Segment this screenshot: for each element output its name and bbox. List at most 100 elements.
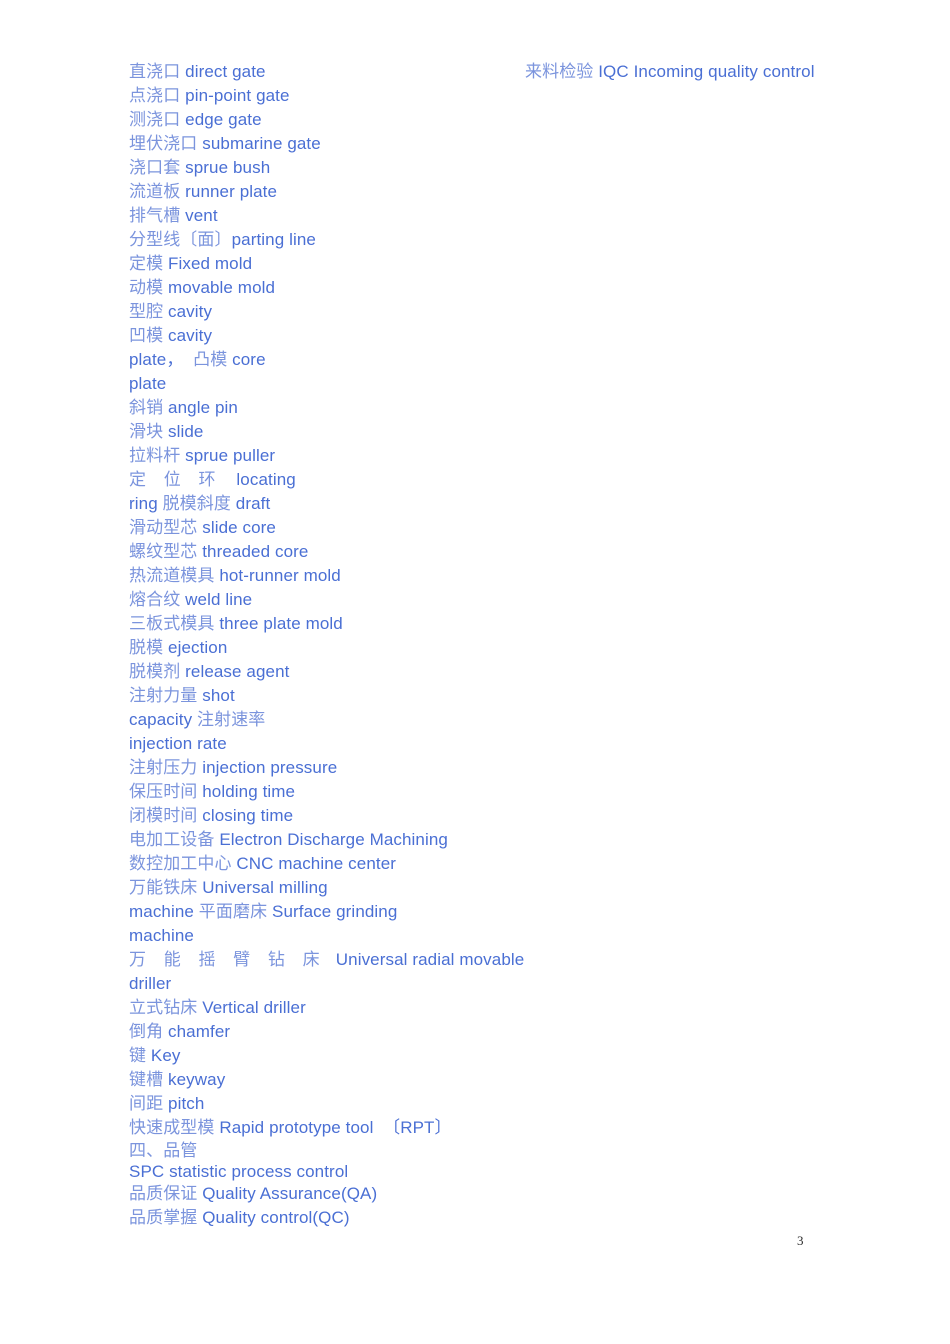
right-text-column: 来料检验 IQC Incoming quality control [525,60,855,84]
glossary-line: injection rate [129,732,475,756]
english-term: movable mold [163,278,276,297]
english-term: draft [230,494,271,513]
english-term: ejection [163,638,228,657]
glossary-line: 排气槽 vent [129,204,475,228]
glossary-line: ring 脱模斜度 draft [129,492,475,516]
chinese-term: 脱模 [129,638,164,657]
glossary-line: machine 平面磨床 Surface grinding [129,900,475,924]
chinese-term: 数控加工中心 [129,854,232,873]
chinese-term: 凹模 [129,326,164,345]
chinese-term: 点浇口 [129,86,181,105]
chinese-term: 斜销 [129,398,164,417]
glossary-line: 流道板 runner plate [129,180,475,204]
english-term: threaded core [197,542,309,561]
glossary-line: capacity 注射速率 [129,708,475,732]
chinese-term: 流道板 [129,182,181,201]
english-term: keyway [163,1070,226,1089]
glossary-line: 点浇口 pin-point gate [129,84,475,108]
english-term: Vertical driller [197,998,306,1017]
chinese-term: 拉料杆 [129,446,181,465]
glossary-line: 三板式模具 three plate mold [129,612,475,636]
chinese-term: 定模 [129,254,164,273]
chinese-term: 注射压力 [129,758,198,777]
chinese-term: 平面磨床 [198,902,268,921]
glossary-line: 间距 pitch [129,1092,475,1116]
glossary-line: 熔合纹 weld line [129,588,475,612]
glossary-line: 万 能 摇 臂 钻 床 Universal radial movable [129,948,524,972]
english-term: driller [129,974,172,993]
english-term: runner plate [180,182,278,201]
chinese-term: 快速成型模 [129,1118,215,1137]
chinese-term: 四、品管 [129,1141,198,1160]
english-term: angle pin [163,398,238,417]
chinese-term: 热流道模具 [129,566,215,585]
chinese-term: 熔合纹 [129,590,181,609]
chinese-term: 脱模斜度 [162,494,231,513]
glossary-line: 品质掌握 Quality control(QC) [129,1206,475,1230]
english-term: submarine gate [197,134,321,153]
chinese-term: 螺纹型芯 [129,542,198,561]
chinese-term: 排气槽 [129,206,181,225]
glossary-line: 闭模时间 closing time [129,804,475,828]
chinese-term: 分型线〔面〕 [129,230,232,249]
english-term: parting line [231,230,316,249]
glossary-line: 脱模 ejection [129,636,475,660]
glossary-line: 键槽 keyway [129,1068,475,1092]
english-term: direct gate [180,62,266,81]
page-number: 3 [797,1233,804,1248]
glossary-line: 注射压力 injection pressure [129,756,475,780]
glossary-line: 动模 movable mold [129,276,475,300]
english-term: Universal radial movable [326,950,525,969]
glossary-line: driller [129,972,475,996]
glossary-line: 滑动型芯 slide core [129,516,475,540]
glossary-line: 滑块 slide [129,420,475,444]
glossary-line: plate [129,372,475,396]
glossary-line: 来料检验 IQC Incoming quality control [525,60,855,84]
english-term: core [227,350,266,369]
chinese-term: 万能铁床 [129,878,198,897]
english-term: Quality Assurance(QA) [197,1184,378,1203]
chinese-term: 保压时间 [129,782,198,801]
chinese-term: 定 位 环 [129,470,222,489]
english-term: Rapid prototype tool 〔RPT〕 [214,1118,452,1137]
glossary-line: 直浇口 direct gate [129,60,475,84]
chinese-term: 凸模 [183,350,228,369]
glossary-line: 注射力量 shot [129,684,475,708]
chinese-term: 三板式模具 [129,614,215,633]
chinese-term: 浇口套 [129,158,181,177]
english-term: SPC statistic process control [129,1162,349,1181]
glossary-line: 拉料杆 sprue puller [129,444,475,468]
english-term: slide core [197,518,276,537]
chinese-term: 倒角 [129,1022,164,1041]
english-term: weld line [180,590,253,609]
chinese-term: 滑动型芯 [129,518,198,537]
english-term: plate， [129,350,184,369]
english-term: cavity [163,326,213,345]
left-text-column: 直浇口 direct gate 点浇口 pin-point gate 测浇口 edg… [129,60,524,1230]
chinese-term: 埋伏浇口 [129,134,198,153]
english-term: closing time [197,806,294,825]
chinese-term: 间距 [129,1094,164,1113]
glossary-line: 立式钻床 Vertical driller [129,996,475,1020]
glossary-line: 键 Key [129,1044,475,1068]
glossary-line: 浇口套 sprue bush [129,156,475,180]
english-term: Electron Discharge Machining [214,830,448,849]
english-term: release agent [180,662,290,681]
glossary-line: 快速成型模 Rapid prototype tool 〔RPT〕 [129,1116,475,1140]
chinese-term: 键槽 [129,1070,164,1089]
english-term: IQC Incoming quality control [593,62,815,81]
chinese-term: 动模 [129,278,164,297]
glossary-line: 四、品管 [129,1140,475,1161]
document-page: 直浇口 direct gate 点浇口 pin-point gate 测浇口 edg… [0,0,950,1344]
chinese-term: 万 能 摇 臂 钻 床 [129,950,327,969]
english-term: shot [197,686,235,705]
english-term: plate [129,374,167,393]
glossary-line: 测浇口 edge gate [129,108,475,132]
english-term: Surface grinding [267,902,398,921]
english-term: sprue bush [180,158,271,177]
english-term: locating [221,470,296,489]
glossary-line: 定模 Fixed mold [129,252,475,276]
english-term: Universal milling [197,878,328,897]
chinese-term: 型腔 [129,302,164,321]
chinese-term: 注射力量 [129,686,198,705]
